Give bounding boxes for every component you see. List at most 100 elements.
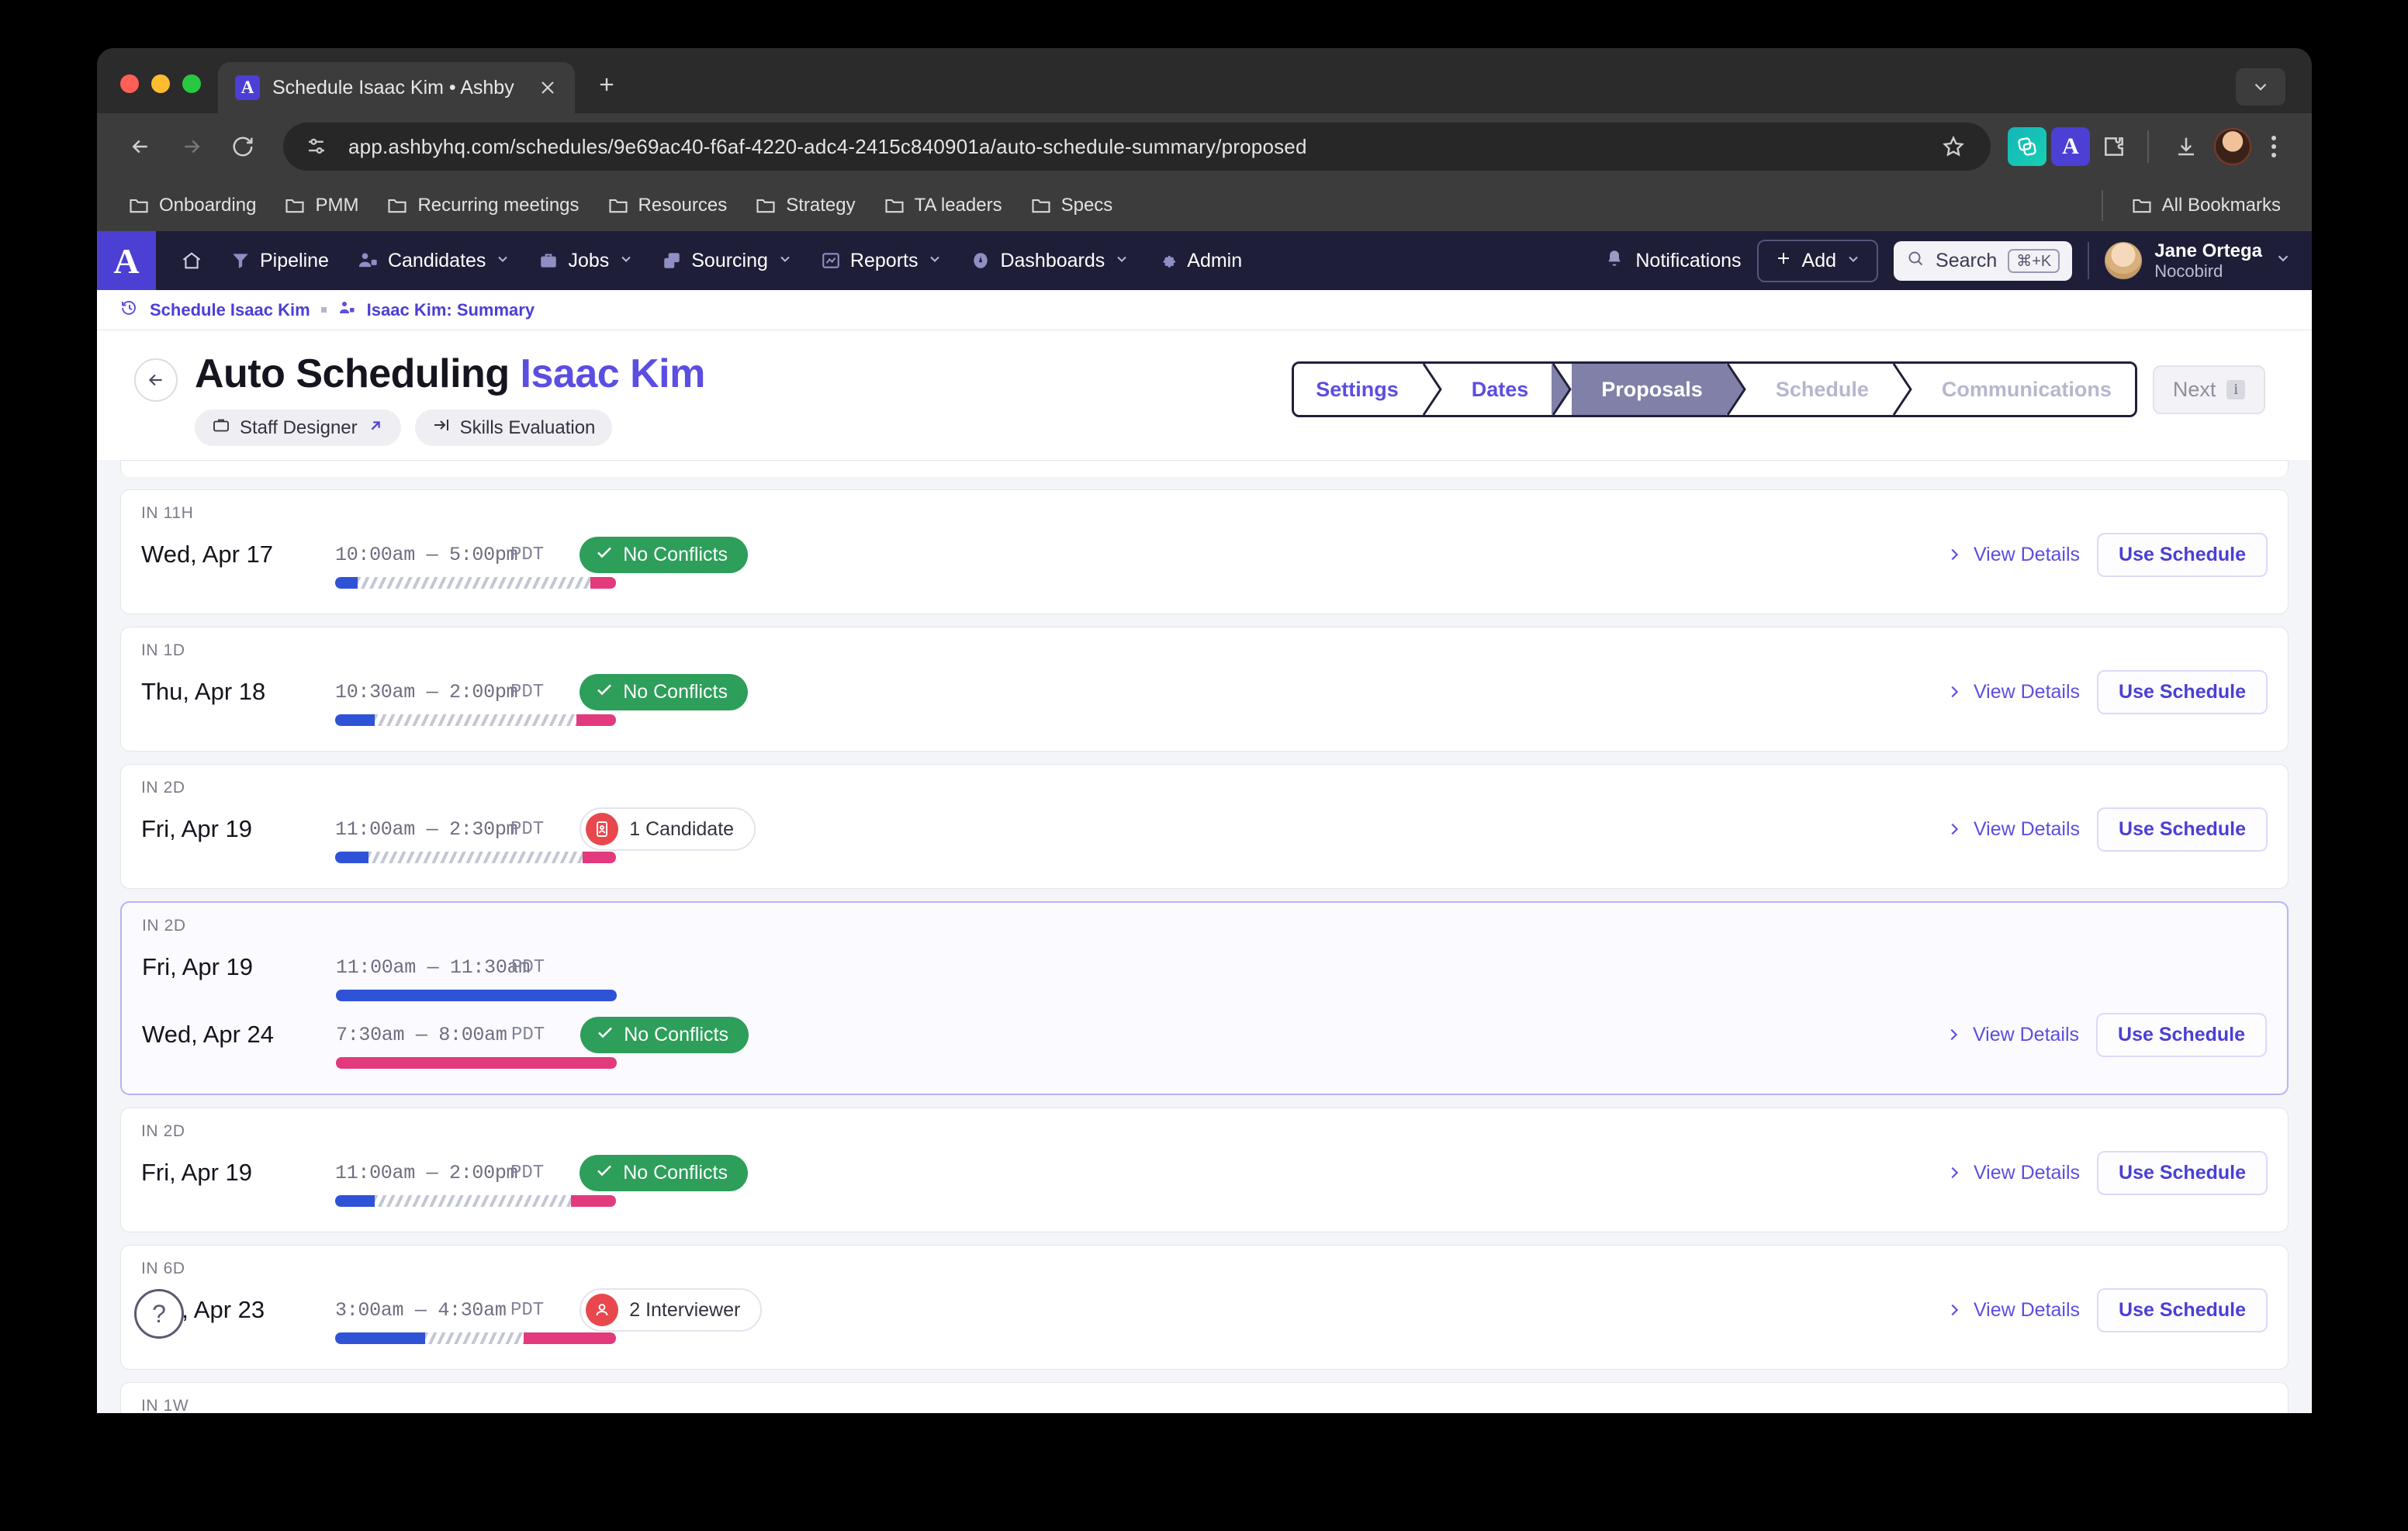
primary-nav: Pipeline Candidates Jobs Sourcing Report… [156,231,1254,290]
next-button[interactable]: Next i [2152,365,2265,414]
back-icon[interactable] [117,123,164,170]
back-button[interactable] [134,358,178,402]
sidebar-item-reports[interactable]: Reports [808,242,956,280]
breadcrumb-item-schedule[interactable]: Schedule Isaac Kim [150,300,310,320]
help-button[interactable]: ? [134,1289,184,1339]
step-label: Communications [1941,377,2112,401]
bookmark-item[interactable]: TA leaders [873,190,1013,221]
timeline-start-segment [335,714,375,726]
breadcrumb-item-summary[interactable]: Isaac Kim: Summary [367,300,535,320]
proposal-card[interactable]: IN 1D Thu, Apr 18 10:30am — 2:00pm PDT No Co… [120,627,2289,752]
timeline-end-segment [523,1332,616,1344]
bookmark-label: TA leaders [914,195,1002,216]
view-details-button[interactable]: View Details [1946,818,2080,841]
sidebar-item-jobs[interactable]: Jobs [526,242,646,280]
chevron-right-icon [1951,823,1959,835]
add-button[interactable]: Add [1756,239,1879,282]
step-settings[interactable]: Settings [1294,364,1422,415]
history-icon[interactable] [120,299,139,321]
nav-label: Admin [1187,249,1243,271]
job-pill[interactable]: Staff Designer [195,410,401,446]
bookmark-item[interactable]: Strategy [744,190,866,221]
bookmark-item[interactable]: PMM [273,190,369,221]
card-actions: View Details Use Schedule [1946,669,2268,714]
close-window-button[interactable] [120,74,139,93]
step-divider [1725,364,1746,415]
proposal-card[interactable]: IN 2D Fri, Apr 19 11:00am — 11:30am PDT Wed,… [120,901,2289,1095]
sidebar-item-pipeline[interactable]: Pipeline [218,242,341,280]
candidate-badge-icon [586,813,619,845]
new-tab-button[interactable] [587,65,626,104]
downloads-icon[interactable] [2163,123,2209,170]
step-proposals[interactable]: Proposals [1572,364,1726,415]
use-schedule-button[interactable]: Use Schedule [2097,669,2268,714]
nav-home[interactable] [168,242,215,279]
slot-time-block: 3:00am — 4:30am [335,1299,507,1322]
view-details-button[interactable]: View Details [1946,681,2080,703]
use-schedule-button[interactable]: Use Schedule [2097,532,2268,577]
slot-time-block: 11:00am — 2:30pm [335,818,518,841]
bookmark-star-icon[interactable] [1936,130,1970,164]
minimize-window-button[interactable] [151,74,170,93]
check-icon [595,680,614,704]
slot-date: Fri, Apr 19 [141,1159,252,1186]
proposal-card[interactable]: IN 1W [120,1382,2289,1413]
use-schedule-button[interactable]: Use Schedule [2097,1150,2268,1195]
extension-ashby-icon[interactable]: A [2051,127,2090,166]
sidebar-item-candidates[interactable]: Candidates [344,242,523,280]
search-shortcut: ⌘+K [2008,248,2060,273]
bookmark-item[interactable]: Specs [1019,190,1124,221]
sidebar-item-dashboards[interactable]: Dashboards [958,242,1142,280]
chevron-down-icon [2275,250,2292,271]
bookmark-item[interactable]: Resources [597,190,739,221]
external-link-icon[interactable] [367,417,384,439]
address-bar[interactable]: app.ashbyhq.com/schedules/9e69ac40-f6af-… [283,123,1991,171]
step-schedule[interactable]: Schedule [1745,364,1892,415]
slot-time: 3:00am — 4:30am [335,1298,507,1322]
ashby-logo-icon[interactable]: A [97,231,156,290]
stage-pill[interactable]: Skills Evaluation [414,410,613,446]
folder-icon [388,199,407,213]
view-details-button[interactable]: View Details [1946,1162,2080,1184]
sidebar-item-sourcing[interactable]: Sourcing [649,242,805,280]
stage-arrow-icon [432,416,451,440]
view-details-button[interactable]: View Details [1945,1024,2079,1046]
proposal-card[interactable]: IN 6D Tue, Apr 23 3:00am — 4:30am PDT 2 Inte… [120,1245,2289,1370]
notifications-button[interactable]: Notifications [1604,248,1742,274]
card-actions: View Details Use Schedule [1946,1150,2268,1195]
view-details-button[interactable]: View Details [1946,544,2080,566]
sidebar-item-admin[interactable]: Admin [1145,242,1254,280]
user-menu[interactable]: Jane Ortega Nocobird [2105,240,2292,282]
proposal-card[interactable]: IN 2D Fri, Apr 19 11:00am — 2:30pm PDT 1 Can… [120,764,2289,889]
use-schedule-button[interactable]: Use Schedule [2096,1012,2267,1057]
search-button[interactable]: Search ⌘+K [1894,240,2073,281]
step-dates[interactable]: Dates [1441,364,1552,415]
use-schedule-button[interactable]: Use Schedule [2097,807,2268,852]
slot-time: 11:00am — 2:00pm [335,1161,518,1184]
step-communications[interactable]: Communications [1912,364,2135,415]
view-details-label: View Details [1973,1161,2081,1184]
view-details-button[interactable]: View Details [1946,1299,2080,1322]
site-settings-icon[interactable] [300,130,333,163]
bookmark-item[interactable]: Recurring meetings [375,190,590,221]
browser-window: A Schedule Isaac Kim • Ashby app.ashbyhq… [97,48,2312,1413]
proposals-list[interactable]: IN 11H Wed, Apr 17 10:00am — 5:00pm PDT No C… [97,460,2312,1413]
extensions-puzzle-icon[interactable] [2095,127,2133,166]
proposal-timing-tag: IN 6D [141,1260,185,1277]
chrome-profile-avatar[interactable] [2214,128,2251,165]
header-actions: Settings Dates Proposals Schedule Commun… [1292,361,2289,417]
use-schedule-button[interactable]: Use Schedule [2097,1287,2268,1332]
maximize-window-button[interactable] [182,74,201,93]
chrome-menu-icon[interactable] [2256,129,2292,164]
extension-teal-icon[interactable] [2008,127,2046,166]
close-tab-icon[interactable] [533,73,562,102]
reload-icon[interactable] [220,123,266,170]
tab-title: Schedule Isaac Kim • Ashby [272,76,514,98]
proposal-card[interactable]: IN 11H Wed, Apr 17 10:00am — 5:00pm PDT No C… [120,489,2289,614]
chevron-down-icon [1846,251,1861,271]
tab-list-chevron-down-icon[interactable] [2236,68,2285,105]
browser-tab[interactable]: A Schedule Isaac Kim • Ashby [218,62,575,113]
bookmark-item[interactable]: Onboarding [117,190,267,221]
proposal-card[interactable]: IN 2D Fri, Apr 19 11:00am — 2:00pm PDT No Co… [120,1108,2289,1232]
all-bookmarks-button[interactable]: All Bookmarks [2120,190,2292,221]
